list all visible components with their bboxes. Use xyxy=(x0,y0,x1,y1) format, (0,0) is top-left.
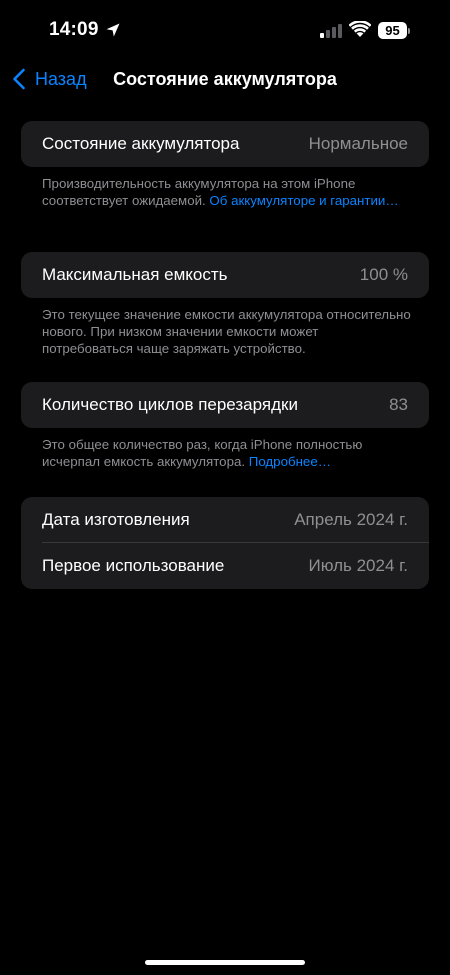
max-capacity-label: Максимальная емкость xyxy=(42,265,228,284)
battery-health-row: Состояние аккумулятора Нормальное xyxy=(21,121,429,167)
cycle-count-label: Количество циклов перезарядки xyxy=(42,395,298,414)
manufacture-date-value: Апрель 2024 г. xyxy=(294,510,408,529)
battery-health-footnote: Производительность аккумулятора на этом … xyxy=(42,175,412,209)
navigation-bar: Назад Состояние аккумулятора xyxy=(0,60,450,100)
learn-more-link[interactable]: Подробнее… xyxy=(249,454,331,469)
max-capacity-card: Максимальная емкость 100 % xyxy=(21,252,429,298)
manufacture-date-label: Дата изготовления xyxy=(42,510,190,529)
first-use-label: Первое использование xyxy=(42,556,225,575)
page-title: Состояние аккумулятора xyxy=(113,69,337,89)
cycle-count-value: 83 xyxy=(389,395,408,414)
battery-health-label: Состояние аккумулятора xyxy=(42,134,240,153)
cycle-count-footnote: Это общее количество раз, когда iPhone п… xyxy=(42,436,412,470)
battery-warranty-link[interactable]: Об аккумуляторе и гарантии… xyxy=(209,193,398,208)
battery-health-value: Нормальное xyxy=(308,134,408,153)
max-capacity-row: Максимальная емкость 100 % xyxy=(21,252,429,298)
manufacture-date-row: Дата изготовления Апрель 2024 г. xyxy=(21,497,429,543)
max-capacity-footnote: Это текущее значение емкости аккумулятор… xyxy=(42,306,412,357)
first-use-row: Первое использование Июль 2024 г. xyxy=(21,543,429,589)
home-indicator[interactable] xyxy=(145,960,305,965)
wifi-icon xyxy=(349,21,371,37)
battery-level: 95 xyxy=(385,23,400,38)
status-bar: 14:09 95 xyxy=(0,0,450,60)
cycle-count-card: Количество циклов перезарядки 83 xyxy=(21,382,429,428)
location-arrow-icon xyxy=(106,23,120,37)
max-capacity-value: 100 % xyxy=(359,265,408,284)
status-time-text: 14:09 xyxy=(49,19,99,40)
dates-card: Дата изготовления Апрель 2024 г. Первое … xyxy=(21,497,429,589)
battery-health-card: Состояние аккумулятора Нормальное xyxy=(21,121,429,167)
battery-health-screen: 14:09 95 Назад Состояние аккумулятора Со… xyxy=(0,0,450,975)
cellular-signal-icon xyxy=(320,24,342,38)
battery-tip xyxy=(408,28,410,34)
cycle-count-row: Количество циклов перезарядки 83 xyxy=(21,382,429,428)
status-time: 14:09 xyxy=(49,19,121,41)
battery-icon: 95 xyxy=(378,22,407,39)
first-use-value: Июль 2024 г. xyxy=(308,556,409,575)
max-capacity-footnote-text: Это текущее значение емкости аккумулятор… xyxy=(42,307,411,356)
